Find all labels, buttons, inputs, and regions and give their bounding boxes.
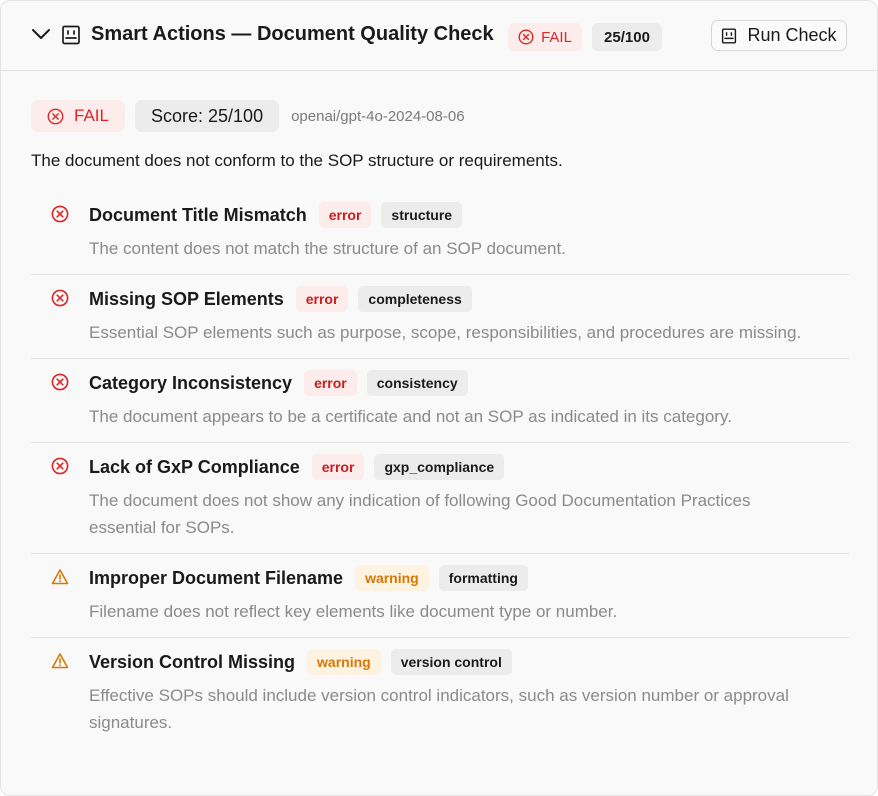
issue-header: Lack of GxP Compliance error gxp_complianc… xyxy=(89,453,849,481)
summary-description: The document does not conform to the SOP… xyxy=(31,151,563,170)
category-badge: version control xyxy=(390,649,512,675)
summary-status-badge: FAIL xyxy=(31,100,125,132)
error-circle-x-icon xyxy=(51,289,69,307)
panel-title: Smart Actions — Document Quality Check xyxy=(91,23,494,45)
run-check-button[interactable]: Run Check xyxy=(711,20,847,51)
severity-badge: warning xyxy=(355,565,429,591)
severity-badge: error xyxy=(318,202,372,228)
severity-badge: error xyxy=(311,454,365,480)
category-badge: consistency xyxy=(366,370,468,396)
issue-title: Document Title Mismatch xyxy=(89,204,307,225)
category-badge: structure xyxy=(381,202,463,228)
severity-badge: error xyxy=(295,286,349,312)
panel-header[interactable]: Smart Actions — Document Quality Check F… xyxy=(1,1,877,71)
header-score-badge: 25/100 xyxy=(592,23,662,51)
issue-description: Effective SOPs should include version co… xyxy=(89,686,789,732)
issue-header: Document Title Mismatch error structure xyxy=(89,201,849,229)
quality-check-panel: Smart Actions — Document Quality Check F… xyxy=(0,0,878,796)
issue-description: The document appears to be a certificate… xyxy=(89,407,732,426)
summary-score-badge: Score: 25/100 xyxy=(135,100,280,132)
severity-badge: warning xyxy=(307,649,381,675)
issue-title: Lack of GxP Compliance xyxy=(89,456,300,477)
issue-title: Missing SOP Elements xyxy=(89,288,284,309)
run-check-label: Run Check xyxy=(747,25,837,45)
issue-header: Missing SOP Elements error completeness xyxy=(89,285,849,313)
error-circle-x-icon xyxy=(51,205,69,223)
category-badge: completeness xyxy=(358,286,472,312)
issue-title: Category Inconsistency xyxy=(89,372,293,393)
issue-description: The content does not match the structure… xyxy=(89,239,566,258)
warning-triangle-icon xyxy=(51,569,69,585)
issue-title: Version Control Missing xyxy=(89,651,296,672)
error-circle-x-icon xyxy=(518,29,534,45)
robot-icon xyxy=(62,25,80,45)
severity-badge: error xyxy=(304,370,357,396)
summary-status-label: FAIL xyxy=(74,106,109,125)
issue-item: Lack of GxP Compliance error gxp_complianc… xyxy=(31,443,849,554)
error-circle-x-icon xyxy=(51,457,69,475)
summary-row: FAIL Score: 25/100 openai/gpt-4o-2024-08… xyxy=(31,100,465,132)
issue-item: Document Title Mismatch error structure The… xyxy=(31,191,849,275)
issue-header: Improper Document Filename warning formatt… xyxy=(89,564,849,592)
header-status-label: FAIL xyxy=(541,28,572,46)
error-circle-x-icon xyxy=(51,373,69,391)
model-name: openai/gpt-4o-2024-08-06 xyxy=(291,107,465,125)
issue-item: Missing SOP Elements error completeness Ess… xyxy=(31,275,849,359)
issue-description: The document does not show any indicatio… xyxy=(89,491,751,537)
warning-triangle-icon xyxy=(51,653,69,669)
issue-item: Version Control Missing warning version co… xyxy=(31,638,849,748)
issue-item: Category Inconsistency error consistency Th… xyxy=(31,359,849,443)
error-circle-x-icon xyxy=(47,108,64,124)
issue-header: Category Inconsistency error consistency xyxy=(89,369,849,397)
issue-description: Filename does not reflect key elements l… xyxy=(89,602,618,621)
header-status-badge: FAIL xyxy=(508,23,582,51)
issue-title: Improper Document Filename xyxy=(89,567,344,588)
chevron-down-icon[interactable] xyxy=(31,26,51,42)
category-badge: formatting xyxy=(438,565,528,591)
category-badge: gxp_compliance xyxy=(374,454,505,480)
robot-icon xyxy=(722,27,737,44)
issue-item: Improper Document Filename warning formatt… xyxy=(31,554,849,638)
issue-header: Version Control Missing warning version co… xyxy=(89,648,849,676)
issue-description: Essential SOP elements such as purpose, … xyxy=(89,323,802,342)
issue-list: Document Title Mismatch error structure The… xyxy=(31,191,849,748)
